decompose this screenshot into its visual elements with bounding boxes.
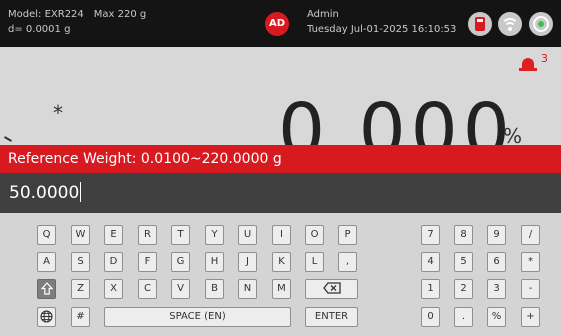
key-9[interactable]: 9: [487, 225, 506, 245]
key-minus[interactable]: -: [521, 279, 540, 299]
key-x[interactable]: X: [104, 279, 123, 299]
datetime: Tuesday Jul-01-2025 16:10:53: [307, 24, 457, 35]
key-hash[interactable]: #: [71, 307, 90, 327]
key-s[interactable]: S: [71, 252, 90, 272]
input-value: 50.0000: [9, 183, 80, 203]
level-icon[interactable]: [529, 12, 553, 36]
wifi-icon[interactable]: [498, 12, 522, 36]
key-h[interactable]: H: [205, 252, 224, 272]
reference-weight-label: Reference Weight: 0.0100~220.0000 g: [0, 145, 561, 173]
key-p[interactable]: P: [338, 225, 357, 245]
key-o[interactable]: O: [305, 225, 324, 245]
status-bar: Model: EXR224 Max 220 g d= 0.0001 g AD Ad…: [0, 0, 561, 47]
key-decimal[interactable]: .: [454, 307, 473, 327]
key-d[interactable]: D: [104, 252, 123, 272]
key-e[interactable]: E: [104, 225, 123, 245]
key-plus[interactable]: +: [521, 307, 540, 327]
key-g[interactable]: G: [171, 252, 190, 272]
key-z[interactable]: Z: [71, 279, 90, 299]
key-8[interactable]: 8: [454, 225, 473, 245]
shift-key[interactable]: [37, 279, 56, 299]
key-m[interactable]: M: [272, 279, 291, 299]
key-v[interactable]: V: [171, 279, 190, 299]
key-7[interactable]: 7: [421, 225, 440, 245]
key-4[interactable]: 4: [421, 252, 440, 272]
key-n[interactable]: N: [238, 279, 257, 299]
usb-icon[interactable]: [468, 12, 492, 36]
key-a[interactable]: A: [37, 252, 56, 272]
key-5[interactable]: 5: [454, 252, 473, 272]
key-u[interactable]: U: [238, 225, 257, 245]
key-2[interactable]: 2: [454, 279, 473, 299]
key-q[interactable]: Q: [37, 225, 56, 245]
user-info: Admin Tuesday Jul-01-2025 16:10:53: [307, 7, 456, 37]
user-name: Admin: [307, 9, 339, 20]
language-key[interactable]: [37, 307, 56, 327]
key-3[interactable]: 3: [487, 279, 506, 299]
key-b[interactable]: B: [205, 279, 224, 299]
key-t[interactable]: T: [171, 225, 190, 245]
key-f[interactable]: F: [138, 252, 157, 272]
key-w[interactable]: W: [71, 225, 90, 245]
key-0[interactable]: 0: [421, 307, 440, 327]
text-caret: [80, 182, 82, 202]
globe-icon: [40, 310, 53, 323]
key-comma[interactable]: ,: [338, 252, 357, 272]
key-i[interactable]: I: [272, 225, 291, 245]
key-percent[interactable]: %: [487, 307, 506, 327]
zero-indicator: [4, 136, 12, 142]
enter-key[interactable]: ENTER: [305, 307, 358, 327]
key-r[interactable]: R: [138, 225, 157, 245]
key-k[interactable]: K: [272, 252, 291, 272]
key-j[interactable]: J: [238, 252, 257, 272]
device-info: Model: EXR224 Max 220 g d= 0.0001 g: [8, 7, 156, 37]
key-c[interactable]: C: [138, 279, 157, 299]
key-1[interactable]: 1: [421, 279, 440, 299]
stability-mark: *: [53, 101, 63, 125]
backspace-key[interactable]: [305, 279, 358, 299]
key-6[interactable]: 6: [487, 252, 506, 272]
key-l[interactable]: L: [305, 252, 324, 272]
resolution-label: d= 0.0001 g: [8, 24, 71, 35]
backspace-icon: [322, 282, 341, 294]
model-label: Model: EXR224: [8, 9, 84, 20]
key-y[interactable]: Y: [205, 225, 224, 245]
space-key[interactable]: SPACE (EN): [104, 307, 291, 327]
key-multiply[interactable]: *: [521, 252, 540, 272]
shift-icon: [40, 282, 53, 295]
key-divide[interactable]: /: [521, 225, 540, 245]
max-capacity: Max 220 g: [93, 9, 147, 20]
alarm-icon[interactable]: [519, 55, 537, 71]
alarm-count: 3: [541, 52, 548, 65]
avatar[interactable]: AD: [265, 12, 289, 36]
reference-weight-field[interactable]: 50.0000: [0, 173, 561, 213]
on-screen-keyboard: Q W E R T Y U I O P A S D F G H J K L , …: [0, 213, 561, 335]
